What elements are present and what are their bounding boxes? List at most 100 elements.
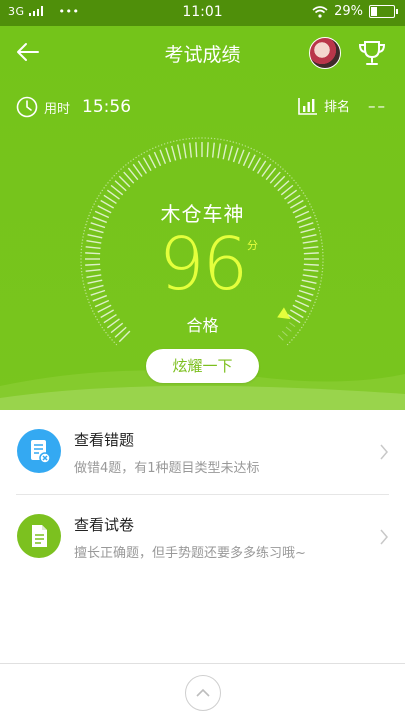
gauge-tick: [206, 142, 209, 158]
gauge-tick: [137, 160, 148, 174]
gauge-tick: [176, 144, 182, 160]
gauge-dot: [322, 261, 324, 263]
gauge-dot: [118, 170, 120, 172]
gauge-dot: [232, 141, 235, 143]
gauge-dot: [120, 168, 122, 170]
battery-percent: 29%: [334, 4, 363, 19]
gauge-tick: [232, 147, 239, 163]
gauge-dot: [229, 140, 231, 143]
gauge-dot: [130, 160, 132, 162]
gauge-tick: [165, 147, 172, 163]
gauge-dot: [80, 248, 83, 251]
gauge-tick: [183, 143, 187, 159]
gauge-dot: [321, 242, 323, 244]
gauge-dot: [259, 151, 261, 154]
gauge-dot: [163, 143, 166, 145]
gauge-dot: [111, 339, 113, 341]
gauge-dot: [301, 189, 303, 192]
pass-status: 合格: [186, 316, 219, 335]
gauge-dot: [191, 137, 194, 140]
gauge-dot: [272, 160, 274, 162]
gauge-dot: [321, 267, 324, 270]
gauge-tick: [86, 274, 102, 278]
share-button[interactable]: 炫耀一下: [146, 349, 259, 383]
gauge-dot: [194, 137, 197, 139]
gauge-dot: [182, 138, 184, 141]
gauge-tick: [252, 157, 262, 172]
gauge-dot: [235, 142, 238, 144]
gauge-dot: [207, 137, 210, 139]
gauge-tick: [256, 160, 267, 174]
gauge-dot: [269, 158, 272, 160]
gauge-dot: [82, 283, 85, 285]
gauge-dot: [264, 155, 266, 157]
gauge-tick: [85, 252, 101, 255]
gauge-dot: [295, 182, 297, 184]
gauge-dot: [113, 341, 115, 343]
wifi-icon: [312, 5, 328, 18]
gauge-dot: [277, 164, 279, 166]
gauge-dot: [132, 158, 135, 160]
gauge-dot: [80, 261, 82, 263]
gauge-dot: [289, 341, 291, 343]
gauge-tick: [227, 145, 233, 161]
gauge-tick: [302, 274, 318, 278]
scroll-up-button[interactable]: [185, 675, 221, 711]
gauge-dot: [80, 255, 82, 257]
battery-fill: [371, 7, 378, 16]
gauge-dot: [316, 295, 318, 298]
gauge-tick: [148, 154, 157, 169]
gauge-dot: [88, 301, 90, 304]
list-item-wrong-questions[interactable]: 查看错题 做错4题，有1种题目类型未达标: [0, 410, 405, 494]
gauge-dot: [286, 343, 289, 346]
action-list: 查看错题 做错4题，有1种题目类型未达标 查看试卷 擅长正确题，但手势题还要多多…: [0, 410, 405, 579]
gauge-tick: [94, 299, 110, 308]
gauge-dot: [267, 156, 269, 159]
chevron-right-icon: [380, 529, 388, 545]
gauge-tick: [189, 142, 193, 158]
gauge-tick: [301, 233, 317, 239]
gauge-dot: [241, 144, 244, 146]
gauge-tick: [294, 299, 310, 308]
gauge-dot: [217, 138, 219, 140]
gauge-tick: [92, 294, 108, 302]
gauge-dot: [318, 286, 321, 288]
gauge-dot: [146, 150, 148, 152]
gauge-dot: [256, 150, 258, 152]
gauge-tick: [303, 252, 319, 255]
gauge-dot: [317, 292, 319, 295]
gauge-tick: [88, 284, 104, 290]
gauge-dot: [109, 179, 111, 182]
gauge-dot: [250, 147, 252, 150]
gauge-dot: [297, 184, 299, 187]
gauge-dot: [322, 258, 324, 260]
gauge-tick: [303, 263, 319, 266]
gauge-tick: [86, 240, 102, 244]
gauge-tick: [301, 279, 317, 285]
gauge-dot: [87, 298, 89, 301]
list-item-exam-paper[interactable]: 查看试卷 擅长正确题，但手势题还要多多练习哦~: [0, 495, 405, 579]
gauge-dot: [253, 149, 255, 151]
gauge-tick: [85, 268, 101, 272]
gauge-dot: [83, 230, 86, 232]
gauge-dot: [321, 274, 323, 276]
gauge-tick: [85, 246, 101, 250]
gauge-dot: [204, 137, 206, 139]
gauge-dot: [82, 236, 84, 238]
gauge-tick: [85, 263, 101, 266]
gauge-dot: [86, 295, 88, 298]
gauge-dot: [321, 245, 324, 248]
gauge-dot: [293, 336, 295, 339]
bottom-divider: [0, 663, 405, 664]
gauge-tick: [153, 151, 162, 167]
gauge-dot: [80, 267, 83, 270]
gauge-tick: [217, 143, 221, 159]
gauge-dot: [89, 304, 91, 307]
gauge-dot: [299, 187, 301, 189]
gauge-tick: [195, 142, 198, 158]
gauge-dot: [80, 270, 83, 273]
gauge-dot: [289, 175, 291, 177]
gauge-dot: [302, 192, 305, 194]
gauge-dot: [318, 226, 320, 229]
gauge-dot: [320, 277, 323, 279]
